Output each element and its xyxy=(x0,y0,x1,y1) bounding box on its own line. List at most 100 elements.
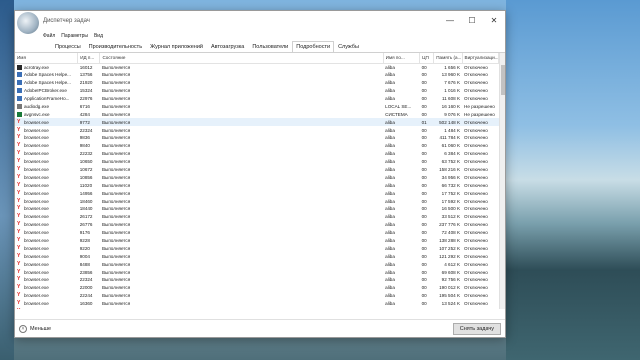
cell-memory: 1 656 K xyxy=(444,64,461,70)
table-row[interactable]: avgnsvc.exe 4284 Выполняется СИСТЕМА 00 9 076… xyxy=(15,110,499,118)
cell-pid: 22000 xyxy=(79,285,93,291)
table-row[interactable]: Ybrowser.exe 22324 Выполняется aliba 00 1 484… xyxy=(15,126,499,134)
close-button[interactable]: ✕ xyxy=(483,11,505,29)
task-manager-window: Диспетчер задач — ☐ ✕ Файл Параметры Вид… xyxy=(14,10,506,338)
menu-options[interactable]: Параметры xyxy=(61,33,88,39)
cell-cpu: 00 xyxy=(421,230,427,236)
table-row[interactable]: Ybrowser.exe 22000 Выполняется aliba 00 190 0… xyxy=(15,284,499,292)
cell-name: audiodg.exe xyxy=(15,102,78,110)
table-row[interactable]: Ybrowser.exe 16360 Выполняется aliba 00 13 52… xyxy=(15,300,499,308)
cell-state: Выполняется xyxy=(101,238,131,244)
table-row[interactable]: Ybrowser.exe 9772 Выполняется aliba 01 502 14… xyxy=(15,118,499,127)
table-row[interactable]: Ybrowser.exe 26172 Выполняется aliba 00 33 51… xyxy=(15,213,499,221)
cell-memory: 4 612 K xyxy=(444,261,461,267)
cell-pid: 14956 xyxy=(79,190,93,196)
yandex-browser-icon: Y xyxy=(17,150,21,157)
vertical-scrollbar[interactable] xyxy=(499,53,505,309)
table-row[interactable]: Ybrowser.exe 10856 Выполняется aliba 00 34 95… xyxy=(15,173,499,181)
table-row[interactable]: Ybrowser.exe 9220 Выполняется aliba 00 107 25… xyxy=(15,244,499,252)
table-row[interactable]: Ybrowser.exe 8488 Выполняется aliba 00 4 612 … xyxy=(15,260,499,268)
table-row[interactable]: Adobe Spaces Helpe... 13756 Выполняется ali… xyxy=(15,71,499,79)
column-header-virtualization[interactable]: Виртуализаци... xyxy=(462,53,500,64)
table-row[interactable]: acrotray.exe 16012 Выполняется aliba 00 1 656… xyxy=(15,63,499,71)
column-header-memory[interactable]: Память (а... xyxy=(433,53,463,64)
cell-memory: 9 076 K xyxy=(444,111,461,117)
table-row[interactable]: Ybrowser.exe 22232 Выполняется aliba 00 6 384… xyxy=(15,150,499,158)
tab-3[interactable]: Автозагрузка xyxy=(207,41,248,52)
cell-state: Выполняется xyxy=(101,151,131,157)
tab-2[interactable]: Журнал приложений xyxy=(146,41,207,52)
cell-pid: 9176 xyxy=(79,230,90,236)
cell-cpu: 00 xyxy=(421,174,427,180)
cell-pid: 23856 xyxy=(79,269,93,275)
scrollbar-thumb[interactable] xyxy=(501,65,505,95)
cell-name: Ybrowser.exe xyxy=(15,284,78,292)
cell-state: Выполняется xyxy=(101,293,131,299)
table-row[interactable]: Ybrowser.exe 22244 Выполняется aliba 00 195 5… xyxy=(15,292,499,300)
cell-user: СИСТЕМА xyxy=(385,111,408,117)
table-row[interactable]: Ybrowser.exe 9836 Выполняется aliba 00 411 78… xyxy=(15,134,499,142)
process-name: browser.exe xyxy=(24,190,49,196)
table-row[interactable]: Ybrowser.exe 18440 Выполняется aliba 00 16 50… xyxy=(15,205,499,213)
cell-user: aliba xyxy=(385,198,395,204)
table-row[interactable]: audiodg.exe 6716 Выполняется LOCAL SE... 00 1… xyxy=(15,102,499,110)
less-details-button[interactable]: ˄ Меньше xyxy=(19,324,51,333)
cell-user: aliba xyxy=(385,135,395,141)
cell-cpu: 00 xyxy=(421,72,427,78)
table-row[interactable]: Ybrowser.exe 23856 Выполняется aliba 00 69 60… xyxy=(15,268,499,276)
process-name: avgnsvc.exe xyxy=(24,111,50,117)
cell-pid: 8488 xyxy=(79,261,90,267)
table-row[interactable]: Ybrowser.exe 9004 Выполняется aliba 00 121 29… xyxy=(15,252,499,260)
table-row[interactable]: Ybrowser.exe 18460 Выполняется aliba 00 17 59… xyxy=(15,197,499,205)
process-name: browser.exe xyxy=(24,301,49,307)
table-row[interactable]: Ybrowser.exe 11020 Выполняется aliba 00 66 73… xyxy=(15,181,499,189)
cell-virtualization: Отключено xyxy=(464,143,488,149)
column-header-cpu[interactable]: ЦП xyxy=(419,53,435,64)
cell-user: aliba xyxy=(385,206,395,212)
application-icon xyxy=(17,96,22,101)
tab-6[interactable]: Службы xyxy=(334,41,363,52)
cell-state: Выполняется xyxy=(101,198,131,204)
cell-state: Выполняется xyxy=(101,80,131,86)
tab-5[interactable]: Подробности xyxy=(292,41,335,52)
cell-pid: 18440 xyxy=(79,206,93,212)
tab-1[interactable]: Производительность xyxy=(85,41,146,52)
menu-file[interactable]: Файл xyxy=(43,33,55,39)
cell-user: aliba xyxy=(385,277,395,283)
menu-view[interactable]: Вид xyxy=(94,33,103,39)
cell-memory: 121 292 K xyxy=(439,253,461,259)
table-row[interactable]: Ybrowser.exe 9176 Выполняется aliba 00 72 408… xyxy=(15,229,499,237)
cell-memory: 1 484 K xyxy=(444,127,461,133)
cell-virtualization: Отключено xyxy=(464,253,488,259)
table-row[interactable]: Ybrowser.exe16460Выполняетсяaliba0068 81… xyxy=(15,308,499,310)
minimize-button[interactable]: — xyxy=(439,11,461,29)
table-row[interactable]: AdobeIPCBroker.exe 15324 Выполняется aliba 0… xyxy=(15,87,499,95)
cell-virtualization: Отключено xyxy=(464,277,488,283)
table-row[interactable]: Ybrowser.exe 10650 Выполняется aliba 00 63 75… xyxy=(15,158,499,166)
table-row[interactable]: Ybrowser.exe 9228 Выполняется aliba 00 138 28… xyxy=(15,237,499,245)
column-header-pid[interactable]: ИД п... xyxy=(77,53,101,64)
table-row[interactable]: Ybrowser.exe 9840 Выполняется aliba 00 61 060… xyxy=(15,142,499,150)
maximize-button[interactable]: ☐ xyxy=(461,11,483,29)
column-header-state[interactable]: Состояние xyxy=(99,53,384,64)
table-row[interactable]: Ybrowser.exe 26776 Выполняется aliba 00 237 7… xyxy=(15,221,499,229)
table-row[interactable]: Ybrowser.exe 10672 Выполняется aliba 00 158 2… xyxy=(15,166,499,174)
title-bar[interactable]: Диспетчер задач — ☐ ✕ xyxy=(15,11,505,34)
end-task-button[interactable]: Снять задачу xyxy=(452,322,501,335)
tab-0[interactable]: Процессы xyxy=(51,41,85,52)
cell-state: Выполняется xyxy=(100,308,383,309)
table-row[interactable]: Ybrowser.exe 22324 Выполняется aliba 00 92 75… xyxy=(15,276,499,284)
column-header-user[interactable]: Имя по... xyxy=(383,53,421,64)
cell-memory: 13 960 K xyxy=(441,72,461,78)
cell-memory: 107 252 K xyxy=(439,245,461,251)
cell-memory: 13 524 K xyxy=(441,301,461,307)
cell-state: Выполняется xyxy=(101,277,131,283)
cell-state: Выполняется xyxy=(101,135,131,141)
cell-name: Ybrowser.exe xyxy=(15,118,78,127)
table-row[interactable]: ApplicationFrameHo... 22976 Выполняется ali… xyxy=(15,95,499,103)
cell-virtualization: Отключено xyxy=(464,285,488,291)
table-row[interactable]: Adobe Spaces Helpe... 21920 Выполняется ali… xyxy=(15,79,499,87)
column-header-name[interactable]: Имя xyxy=(15,53,79,64)
tab-4[interactable]: Пользователи xyxy=(248,41,292,52)
table-row[interactable]: Ybrowser.exe 14956 Выполняется aliba 00 17 75… xyxy=(15,189,499,197)
